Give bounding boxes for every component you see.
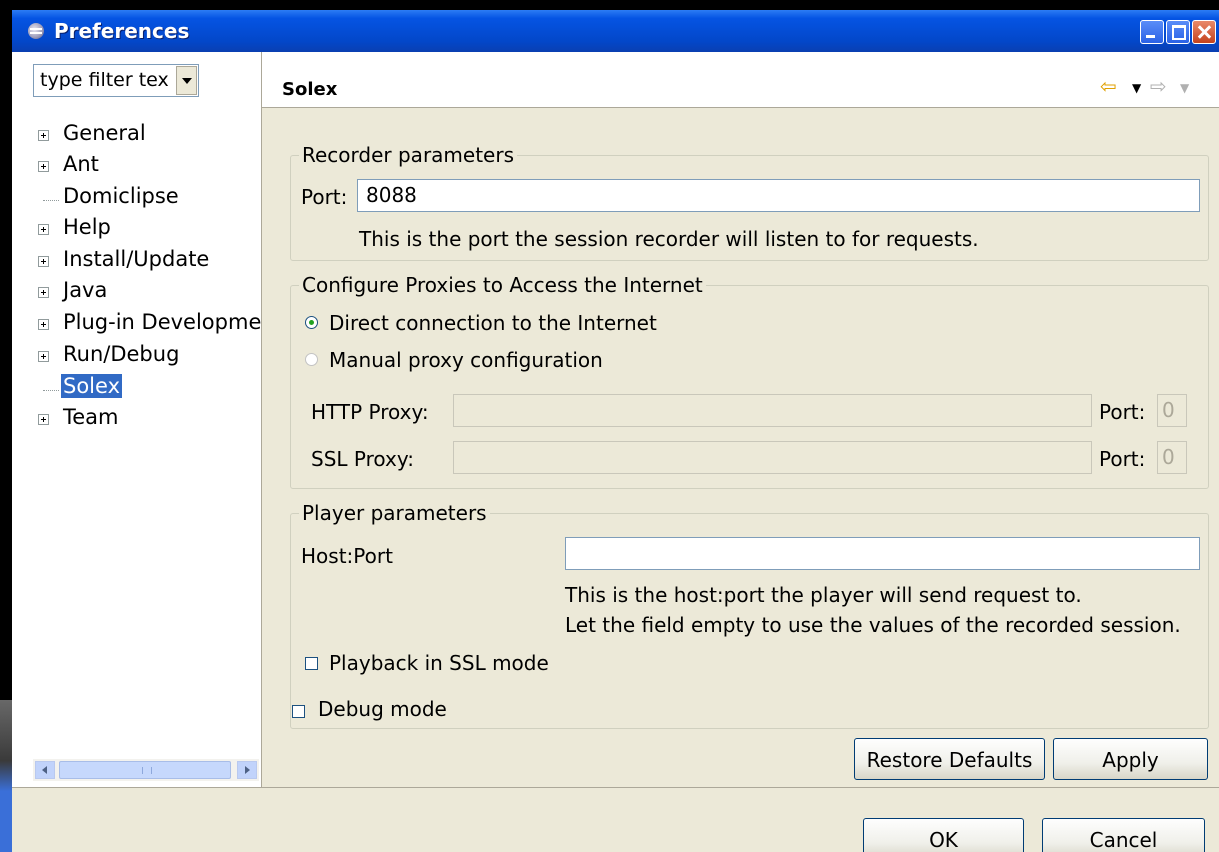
scroll-right-icon[interactable] [237,761,257,779]
cancel-button[interactable]: Cancel [1042,818,1205,852]
tree-item-ant[interactable]: Ant [12,152,261,182]
playback-ssl-label[interactable]: Playback in SSL mode [329,651,549,675]
ssl-port-input[interactable]: 0 [1157,441,1187,474]
page-header: Solex ⇦ ▼ ⇨ ▼ [262,52,1219,108]
eclipse-icon [28,23,44,39]
dialog-button-bar: OK Cancel [12,787,1219,852]
desktop-background [0,700,12,852]
scroll-left-icon[interactable] [35,761,55,779]
port-input[interactable]: 8088 [357,179,1200,212]
hostport-hint-line1: This is the host:port the player will se… [565,583,1082,607]
direct-connection-label[interactable]: Direct connection to the Internet [329,311,657,335]
recorder-parameters-group: Recorder parameters Port: 8088 This is t… [290,143,1209,261]
proxies-group: Configure Proxies to Access the Internet… [290,273,1209,489]
restore-defaults-button[interactable]: Restore Defaults [854,738,1045,780]
tree-item-label: General [63,121,146,145]
expand-icon[interactable] [38,319,49,330]
tree-item-install-update[interactable]: Install/Update [12,247,261,277]
expand-icon[interactable] [38,161,49,172]
window-title: Preferences [54,19,190,43]
direct-connection-radio[interactable] [305,316,318,329]
page-title: Solex [282,79,338,100]
close-icon[interactable] [1192,20,1216,44]
http-port-input[interactable]: 0 [1157,394,1187,427]
tree-item-label: Solex [60,373,123,399]
tree-item-help[interactable]: Help [12,215,261,245]
tree-item-label: Help [63,215,111,239]
http-proxy-input[interactable] [453,394,1092,427]
tree-item-plugin-development[interactable]: Plug-in Developmer [12,310,261,340]
maximize-icon[interactable] [1166,20,1190,44]
group-legend: Player parameters [299,501,490,525]
expand-icon[interactable] [38,414,49,425]
preferences-dialog: Preferences type filter tex General Ant … [12,10,1219,852]
port-label: Port: [301,185,348,209]
tree-item-label: Install/Update [63,247,210,271]
manual-proxy-radio[interactable] [305,353,318,366]
expand-icon[interactable] [38,130,49,141]
http-proxy-label: HTTP Proxy: [311,400,429,424]
ssl-port-label: Port: [1099,447,1146,471]
tree-item-solex[interactable]: Solex [12,373,261,404]
group-legend: Configure Proxies to Access the Internet [299,273,706,297]
filter-combo[interactable]: type filter tex [33,64,199,97]
tree-item-general[interactable]: General [12,121,261,151]
chevron-down-icon[interactable] [176,66,197,95]
expand-icon[interactable] [38,351,49,362]
hostport-label: Host:Port [301,544,393,568]
hostport-hint-line2: Let the field empty to use the values of… [565,613,1181,637]
minimize-icon[interactable] [1140,20,1164,44]
ssl-proxy-input[interactable] [453,441,1092,474]
tree-item-label: Plug-in Developmer [63,310,261,334]
tree-item-label: Run/Debug [63,342,180,366]
tree-item-run-debug[interactable]: Run/Debug [12,342,261,372]
filter-input[interactable]: type filter tex [40,69,176,91]
forward-menu-icon[interactable]: ▼ [1180,81,1189,95]
ssl-proxy-label: SSL Proxy: [311,447,414,471]
tree-connector [43,390,59,391]
tree-item-domiclipse[interactable]: Domiclipse [12,184,261,214]
forward-arrow-icon[interactable]: ⇨ [1150,74,1167,98]
preference-page: Solex ⇦ ▼ ⇨ ▼ Recorder parameters Port: … [262,52,1219,787]
scroll-thumb[interactable] [59,761,231,779]
tree-connector [43,200,59,201]
expand-icon[interactable] [38,224,49,235]
http-port-label: Port: [1099,400,1146,424]
hostport-input[interactable] [565,537,1200,570]
ok-button[interactable]: OK [863,818,1024,852]
tree-item-team[interactable]: Team [12,405,261,435]
tree-item-label: Ant [63,152,99,176]
tree-item-label: Java [63,278,108,302]
port-hint: This is the port the session recorder wi… [359,227,979,251]
back-menu-icon[interactable]: ▼ [1132,81,1141,95]
tree-item-label: Domiclipse [63,184,179,208]
group-legend: Recorder parameters [299,143,517,167]
playback-ssl-checkbox[interactable] [305,657,318,670]
expand-icon[interactable] [38,287,49,298]
debug-mode-checkbox[interactable] [292,705,305,718]
horizontal-scrollbar[interactable] [33,759,259,781]
preference-tree-pane: type filter tex General Ant Domiclipse H… [12,52,262,787]
debug-mode-label[interactable]: Debug mode [318,697,447,721]
back-arrow-icon[interactable]: ⇦ [1100,74,1117,98]
tree-item-label: Team [63,405,119,429]
apply-button[interactable]: Apply [1053,738,1208,780]
manual-proxy-label[interactable]: Manual proxy configuration [329,348,603,372]
title-bar[interactable]: Preferences [12,10,1219,52]
expand-icon[interactable] [38,256,49,267]
tree-item-java[interactable]: Java [12,278,261,308]
